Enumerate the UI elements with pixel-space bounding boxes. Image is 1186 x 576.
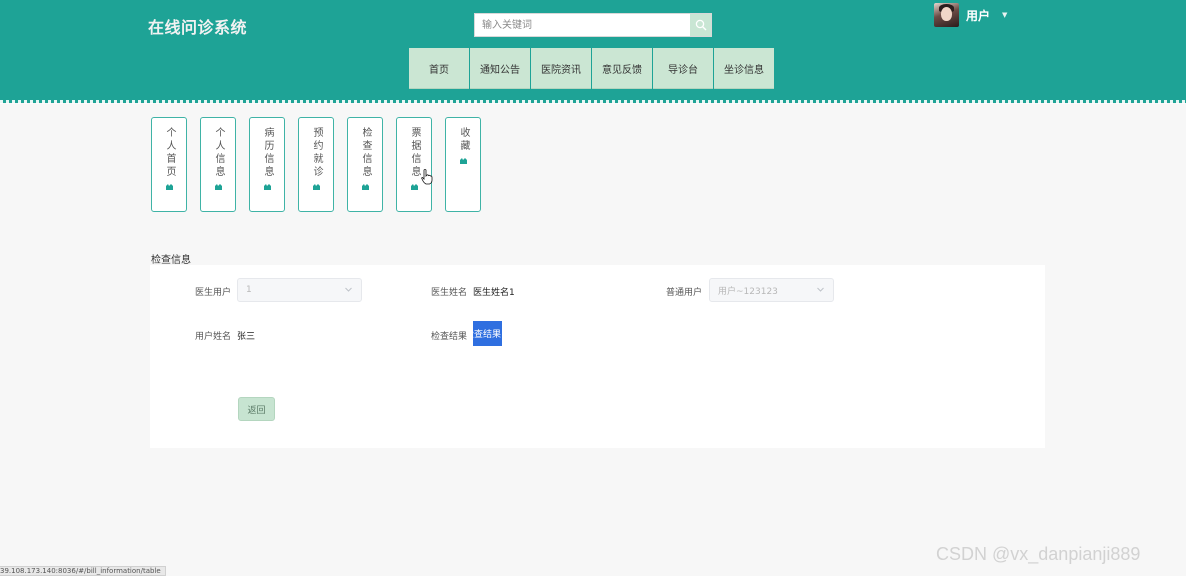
side-menu-favorites[interactable]: 收藏 bbox=[445, 117, 481, 212]
header: 在线问诊系统 用户 ▼ 首页 通知公告 医院资讯 意见反馈 导诊台 坐诊信息 bbox=[0, 0, 1186, 103]
normal-user-label: 普通用户 bbox=[666, 288, 703, 298]
nav-doctor-schedule[interactable]: 坐诊信息 bbox=[714, 48, 774, 89]
side-menu-appointments[interactable]: 预约就诊 bbox=[298, 117, 334, 212]
search-box bbox=[474, 13, 712, 37]
doctor-name-value: 医生姓名1 bbox=[473, 288, 515, 298]
section-title: 检查信息 bbox=[151, 255, 191, 266]
status-bar-url: 39.108.173.140:8036/#/bill_information/t… bbox=[0, 566, 166, 576]
menu-icon bbox=[214, 184, 222, 190]
nav-home[interactable]: 首页 bbox=[409, 48, 469, 89]
check-result-button[interactable]: 检查结果 bbox=[473, 321, 502, 346]
side-menu-personal-info[interactable]: 个人信息 bbox=[200, 117, 236, 212]
watermark: CSDN @vx_danpianji889 bbox=[936, 544, 1141, 564]
search-button[interactable] bbox=[690, 14, 711, 36]
doctor-user-select[interactable]: 1 bbox=[237, 278, 362, 302]
menu-icon bbox=[361, 184, 369, 190]
top-nav: 首页 通知公告 医院资讯 意见反馈 导诊台 坐诊信息 bbox=[409, 48, 775, 89]
chevron-down-icon bbox=[345, 287, 352, 292]
side-menu-medical-records[interactable]: 病历信息 bbox=[249, 117, 285, 212]
site-title: 在线问诊系统 bbox=[148, 18, 248, 37]
normal-user-select[interactable]: 用户~123123 bbox=[709, 278, 834, 302]
menu-icon bbox=[263, 184, 271, 190]
doctor-user-label: 医生用户 bbox=[195, 288, 232, 298]
side-menu: 个人首页 个人信息 病历信息 预约就诊 检查信息 票据信息 收藏 bbox=[151, 117, 494, 212]
search-icon bbox=[695, 19, 706, 31]
menu-icon bbox=[459, 158, 467, 164]
side-menu-check-info[interactable]: 检查信息 bbox=[347, 117, 383, 212]
user-name-label: 用户姓名 bbox=[195, 332, 232, 342]
nav-guide-desk[interactable]: 导诊台 bbox=[653, 48, 713, 89]
header-divider bbox=[0, 100, 1186, 104]
menu-icon bbox=[410, 184, 418, 190]
hand-cursor-icon bbox=[421, 169, 433, 185]
user-name-value: 张三 bbox=[237, 332, 256, 342]
nav-hospital-news[interactable]: 医院资讯 bbox=[531, 48, 591, 89]
nav-notice[interactable]: 通知公告 bbox=[470, 48, 530, 89]
side-menu-bill-info[interactable]: 票据信息 bbox=[396, 117, 432, 212]
avatar[interactable] bbox=[934, 3, 959, 27]
menu-icon bbox=[165, 184, 173, 190]
nav-feedback[interactable]: 意见反馈 bbox=[592, 48, 652, 89]
caret-down-icon[interactable]: ▼ bbox=[1002, 11, 1007, 19]
chevron-down-icon bbox=[817, 287, 824, 292]
search-input[interactable] bbox=[475, 14, 691, 36]
check-result-label: 检查结果 bbox=[431, 332, 468, 342]
user-name[interactable]: 用户 bbox=[966, 7, 990, 24]
back-button[interactable]: 返回 bbox=[238, 397, 275, 421]
side-menu-personal-home[interactable]: 个人首页 bbox=[151, 117, 187, 212]
doctor-name-label: 医生姓名 bbox=[431, 288, 468, 298]
user-menu[interactable]: 用户 ▼ bbox=[934, 3, 1007, 27]
menu-icon bbox=[312, 184, 320, 190]
